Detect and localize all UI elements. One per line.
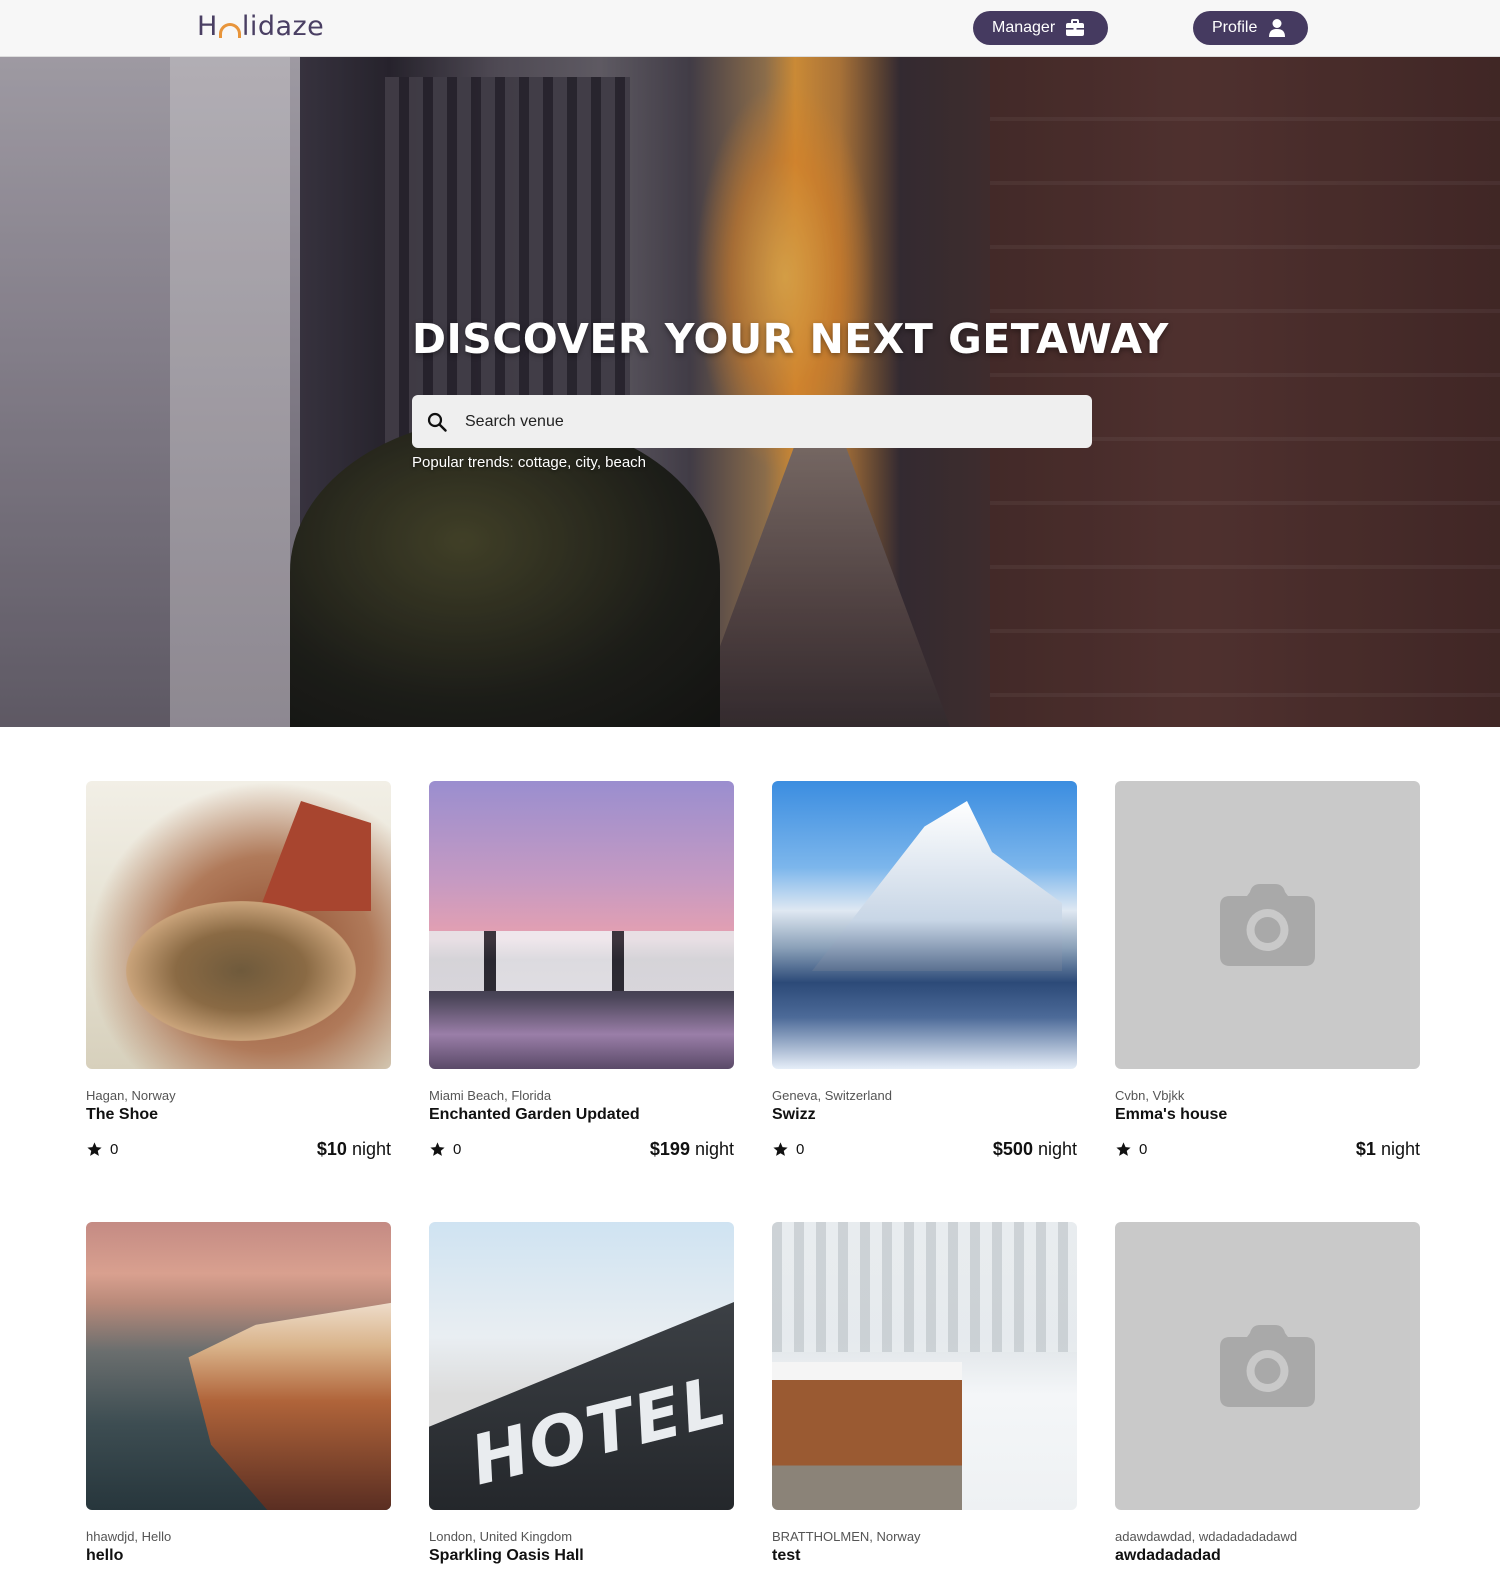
venue-card[interactable]: hhawdjd, Hello hello	[86, 1222, 391, 1575]
venue-card[interactable]: Cvbn, Vbjkk Emma's house 0 $1 night	[1115, 781, 1420, 1181]
venue-image[interactable]	[772, 781, 1077, 1069]
venue-rating: 0	[86, 1141, 118, 1158]
venue-image-placeholder[interactable]	[1115, 1222, 1420, 1510]
venue-image-placeholder[interactable]	[1115, 781, 1420, 1069]
hero-title: DISCOVER YOUR NEXT GETAWAY	[412, 315, 1169, 363]
rating-value: 0	[453, 1141, 462, 1158]
venue-name: Sparkling Oasis Hall	[429, 1547, 584, 1564]
venue-name: Swizz	[772, 1106, 816, 1123]
venue-name: test	[772, 1547, 801, 1564]
venue-price: $10 night	[316, 1139, 391, 1159]
venue-name: Emma's house	[1115, 1106, 1228, 1123]
venue-image[interactable]	[86, 781, 391, 1069]
venue-location: adawdawdad, wdadadadadawd	[1115, 1529, 1298, 1544]
venue-location: Cvbn, Vbjkk	[1115, 1088, 1185, 1103]
venue-card[interactable]: Hagan, Norway The Shoe 0 $10 night	[86, 781, 391, 1181]
venue-image[interactable]	[86, 1222, 391, 1510]
venue-location: hhawdjd, Hello	[86, 1529, 172, 1544]
logo-arc-icon	[218, 23, 241, 38]
venue-card[interactable]: Geneva, Switzerland Swizz 0 $500 night	[772, 781, 1077, 1181]
venue-name: Enchanted Garden Updated	[429, 1106, 640, 1123]
venue-card[interactable]: Miami Beach, Florida Enchanted Garden Up…	[429, 781, 734, 1181]
top-nav: Hlidaze Manager Profile	[0, 0, 1500, 57]
venue-rating: 0	[772, 1141, 804, 1158]
venue-rating: 0	[1115, 1141, 1147, 1158]
star-icon	[772, 1141, 789, 1158]
rating-value: 0	[110, 1141, 119, 1158]
venue-card[interactable]: London, United Kingdom Sparkling Oasis H…	[429, 1222, 734, 1575]
briefcase-icon	[1065, 18, 1085, 38]
camera-icon	[1220, 1325, 1315, 1407]
venue-image[interactable]	[429, 781, 734, 1069]
star-icon	[429, 1141, 446, 1158]
venue-rating: 0	[429, 1141, 461, 1158]
venue-location: Miami Beach, Florida	[429, 1088, 552, 1103]
manager-label: Manager	[992, 19, 1056, 36]
venue-card[interactable]: adawdawdad, wdadadadadawd awdadadadad	[1115, 1222, 1420, 1575]
popular-trends: Popular trends: cottage, city, beach	[412, 454, 647, 471]
logo[interactable]: Hlidaze	[197, 11, 324, 42]
venue-price: $500 night	[992, 1139, 1077, 1159]
star-icon	[1115, 1141, 1132, 1158]
venue-card[interactable]: BRATTHOLMEN, Norway test	[772, 1222, 1077, 1575]
rating-value: 0	[1139, 1141, 1148, 1158]
profile-label: Profile	[1212, 19, 1258, 36]
venue-name: hello	[86, 1547, 124, 1564]
profile-button[interactable]: Profile	[1193, 11, 1308, 45]
venue-location: London, United Kingdom	[429, 1529, 573, 1544]
search-bar[interactable]	[412, 395, 1092, 448]
star-icon	[86, 1141, 103, 1158]
venue-image[interactable]	[772, 1222, 1077, 1510]
rating-value: 0	[796, 1141, 805, 1158]
venue-location: Geneva, Switzerland	[772, 1088, 892, 1103]
venue-location: Hagan, Norway	[86, 1088, 176, 1103]
camera-icon	[1220, 884, 1315, 966]
manager-button[interactable]: Manager	[973, 11, 1108, 45]
venue-name: awdadadadad	[1115, 1547, 1221, 1564]
venue-price: $199 night	[649, 1139, 734, 1159]
user-icon	[1267, 18, 1287, 38]
search-icon	[427, 412, 447, 432]
search-input[interactable]	[465, 412, 1065, 431]
venue-image[interactable]	[429, 1222, 734, 1510]
hero-banner: DISCOVER YOUR NEXT GETAWAY Popular trend…	[0, 57, 1500, 727]
venue-location: BRATTHOLMEN, Norway	[772, 1529, 921, 1544]
venue-name: The Shoe	[86, 1106, 159, 1123]
venue-price: $1 night	[1355, 1139, 1420, 1159]
